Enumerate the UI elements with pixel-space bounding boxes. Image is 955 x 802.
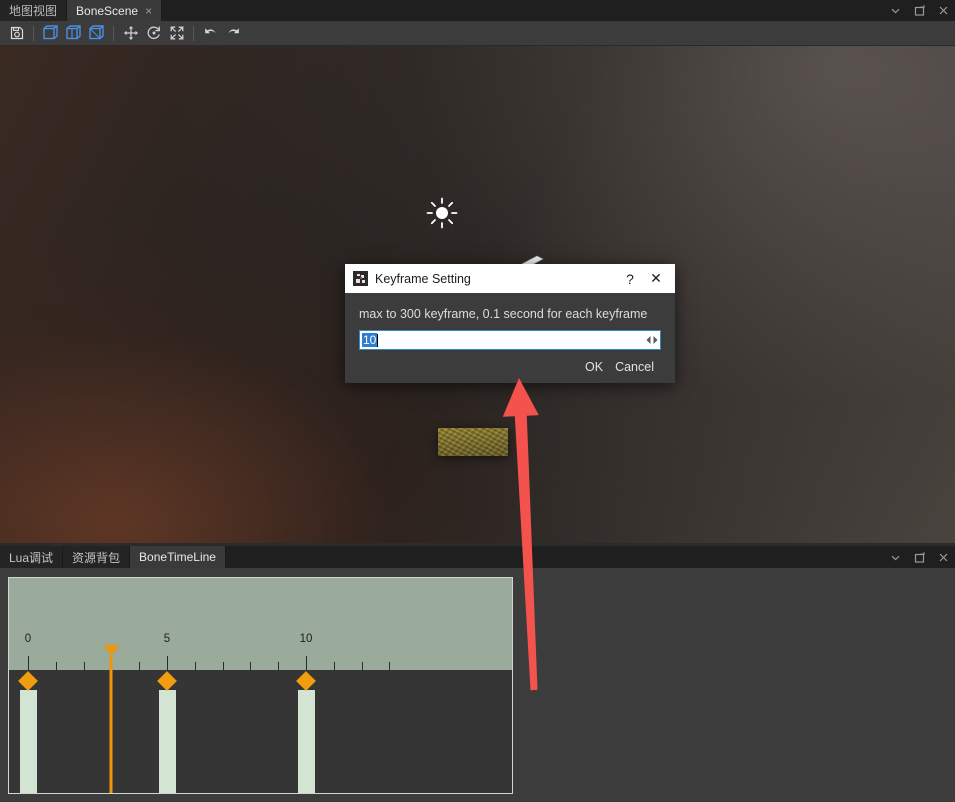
dialog-message: max to 300 keyframe, 0.1 second for each… bbox=[359, 307, 648, 321]
float-undock-icon[interactable] bbox=[907, 547, 931, 568]
window-controls bbox=[883, 0, 955, 21]
keyframe-track-area[interactable] bbox=[9, 670, 512, 793]
save-icon[interactable] bbox=[6, 23, 27, 44]
ruler-tick-minor bbox=[194, 662, 196, 670]
minimize-icon[interactable] bbox=[883, 547, 907, 568]
dock-tab-strip: Lua调试 资源背包 BoneTimeLine bbox=[0, 546, 955, 568]
ruler-tick-minor bbox=[83, 662, 85, 670]
dock-tab-bonetimeline[interactable]: BoneTimeLine bbox=[130, 546, 226, 568]
spinbox-value[interactable]: 10 bbox=[362, 333, 378, 347]
rotate-icon[interactable] bbox=[143, 23, 164, 44]
app-icon bbox=[353, 271, 368, 286]
keyframe-setting-dialog: Keyframe Setting ? ✕ max to 300 keyframe… bbox=[345, 264, 675, 383]
cube-iso-icon[interactable] bbox=[86, 23, 107, 44]
redo-icon[interactable] bbox=[223, 23, 244, 44]
keyframe-column[interactable] bbox=[19, 690, 37, 793]
keyframe-column[interactable] bbox=[158, 690, 176, 793]
help-icon[interactable]: ? bbox=[617, 266, 643, 292]
ruler-tick-minor bbox=[55, 662, 57, 670]
dialog-actions: OK Cancel bbox=[359, 358, 661, 376]
spinbox-arrows-icon[interactable] bbox=[644, 331, 660, 349]
terrain-block[interactable] bbox=[438, 428, 508, 456]
cube-side-icon[interactable] bbox=[63, 23, 84, 44]
dock-tab-label: Lua调试 bbox=[9, 550, 54, 565]
app-root: 地图视图 BoneScene × Keyframe Setting ? ✕ ma… bbox=[0, 0, 955, 802]
toolbar-separator bbox=[193, 25, 194, 41]
ruler-label: 5 bbox=[163, 633, 171, 645]
toolbar-separator bbox=[113, 25, 114, 41]
sun-light-gizmo[interactable] bbox=[425, 196, 459, 230]
ruler-label: 10 bbox=[299, 633, 313, 645]
float-undock-icon[interactable] bbox=[907, 0, 931, 21]
keyframe-marker[interactable] bbox=[296, 671, 316, 691]
cube-front-icon[interactable] bbox=[40, 23, 61, 44]
tab-strip-filler bbox=[162, 0, 883, 21]
ruler-tick-minor bbox=[222, 662, 224, 670]
timeline-widget[interactable]: 0 5 10 bbox=[8, 577, 513, 794]
keyframe-count-spinbox[interactable]: 10 bbox=[359, 330, 661, 350]
dock-tab-label: BoneTimeLine bbox=[139, 550, 216, 564]
ruler-tick-minor bbox=[278, 662, 280, 670]
ruler-tick-major bbox=[167, 656, 168, 670]
dialog-title-bar[interactable]: Keyframe Setting ? ✕ bbox=[345, 264, 675, 293]
dock-window-controls bbox=[883, 546, 955, 568]
spinbox-value-area[interactable]: 10 bbox=[360, 331, 644, 349]
close-icon[interactable] bbox=[931, 0, 955, 21]
undo-icon[interactable] bbox=[200, 23, 221, 44]
tab-label: BoneScene bbox=[76, 3, 139, 18]
scale-icon[interactable] bbox=[166, 23, 187, 44]
dock-tab-label: 资源背包 bbox=[72, 550, 121, 565]
ruler-tick-major bbox=[306, 656, 307, 670]
cancel-button[interactable]: Cancel bbox=[610, 358, 659, 376]
tab-map-view[interactable]: 地图视图 bbox=[0, 0, 68, 21]
bone-timeline-panel: 0510 默认（方块、道具待机）｜0 100 ms/f bbox=[0, 568, 955, 802]
timeline-ruler[interactable]: 0 5 10 bbox=[9, 578, 512, 670]
ok-button[interactable]: OK bbox=[580, 358, 608, 376]
ruler-tick-minor bbox=[250, 662, 252, 670]
close-icon[interactable] bbox=[931, 547, 955, 568]
tab-bonescene[interactable]: BoneScene × bbox=[67, 0, 163, 21]
dialog-close-icon[interactable]: ✕ bbox=[643, 266, 669, 292]
ruler-label: 0 bbox=[24, 633, 32, 645]
dock-tab-filler bbox=[225, 546, 883, 568]
scene-viewport[interactable]: Keyframe Setting ? ✕ max to 300 keyframe… bbox=[0, 46, 955, 543]
playhead[interactable] bbox=[103, 645, 120, 793]
window-tab-strip: 地图视图 BoneScene × bbox=[0, 0, 955, 21]
minimize-icon[interactable] bbox=[883, 0, 907, 21]
ruler-tick-minor bbox=[361, 662, 363, 670]
dock-tab-resource-pack[interactable]: 资源背包 bbox=[63, 546, 131, 568]
tab-label: 地图视图 bbox=[9, 4, 58, 18]
keyframe-marker[interactable] bbox=[157, 671, 177, 691]
main-toolbar bbox=[0, 21, 955, 46]
ruler-tick-minor bbox=[389, 662, 391, 670]
keyframe-column[interactable] bbox=[297, 690, 315, 793]
text-caret bbox=[377, 333, 379, 347]
tab-close-icon[interactable]: × bbox=[145, 4, 152, 18]
playhead-handle[interactable] bbox=[103, 645, 120, 656]
ruler-tick-minor bbox=[139, 662, 141, 670]
keyframe-marker[interactable] bbox=[18, 671, 38, 691]
dialog-body: max to 300 keyframe, 0.1 second for each… bbox=[345, 293, 675, 376]
move-icon[interactable] bbox=[120, 23, 141, 44]
dialog-title: Keyframe Setting bbox=[375, 271, 471, 286]
ruler-tick-major bbox=[28, 656, 29, 670]
ruler-tick-minor bbox=[333, 662, 335, 670]
toolbar-separator bbox=[33, 25, 34, 41]
dock-tab-lua-debug[interactable]: Lua调试 bbox=[0, 546, 64, 568]
